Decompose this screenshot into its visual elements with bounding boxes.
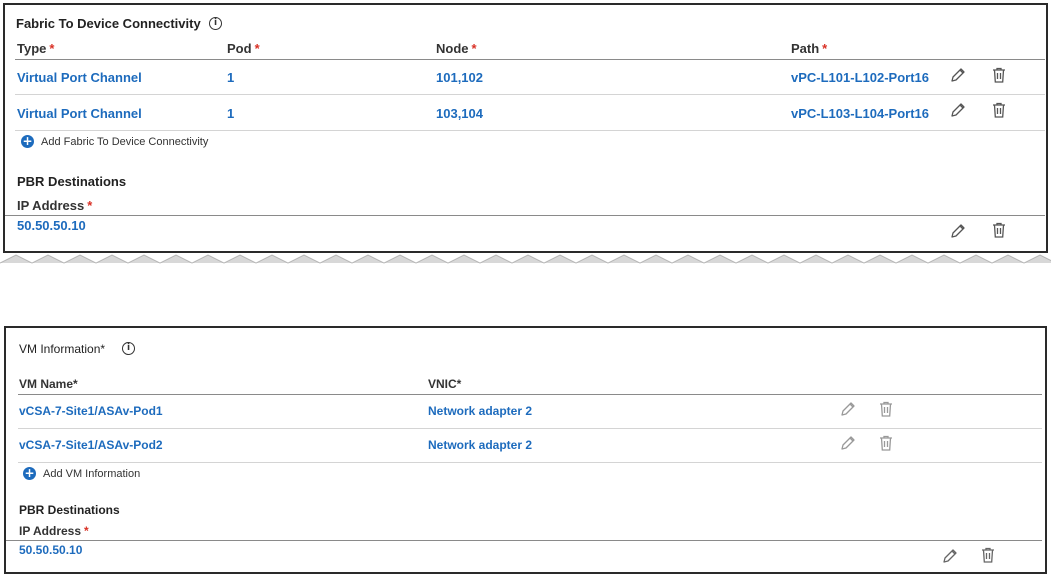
trash-icon[interactable] (877, 400, 895, 418)
column-header-node: Node * (436, 41, 477, 56)
header-divider (18, 394, 1042, 395)
row-vnic[interactable]: Network adapter 2 (428, 438, 532, 452)
row-divider (18, 462, 1042, 463)
row-divider (15, 94, 1045, 95)
pbr-destinations-title: PBR Destinations (17, 174, 127, 189)
row-vnic[interactable]: Network adapter 2 (428, 404, 532, 418)
row-vm-name[interactable]: vCSA-7-Site1/ASAv-Pod2 (19, 438, 163, 452)
pencil-icon[interactable] (949, 101, 967, 119)
column-header-pod: Pod * (227, 41, 260, 56)
vm-section-title: VM Information* (19, 342, 106, 356)
row-type[interactable]: Virtual Port Channel (17, 106, 142, 121)
column-header-path: Path * (791, 41, 828, 56)
column-header-vnic: VNIC* (428, 377, 462, 391)
ip-address-value[interactable]: 50.50.50.10 (17, 218, 86, 233)
row-pod[interactable]: 1 (227, 70, 234, 85)
plus-circle-icon: + (21, 134, 34, 148)
fabric-connectivity-panel: Fabric To Device Connectivity i Type * Po… (3, 3, 1048, 253)
pbr-destinations-title: PBR Destinations (19, 503, 120, 517)
trash-icon[interactable] (979, 546, 997, 564)
column-header-ip-address: IP Address * (19, 524, 89, 538)
trash-icon[interactable] (990, 66, 1008, 84)
row-node[interactable]: 103,104 (436, 106, 483, 121)
trash-icon[interactable] (990, 101, 1008, 119)
ip-address-value[interactable]: 50.50.50.10 (19, 543, 82, 557)
add-vm-information-label: Add VM Information (43, 467, 141, 480)
header-divider (15, 59, 1045, 60)
pencil-icon[interactable] (949, 222, 967, 240)
row-divider (15, 130, 1045, 131)
row-pod[interactable]: 1 (227, 106, 234, 121)
row-node[interactable]: 101,102 (436, 70, 483, 85)
trash-icon[interactable] (990, 221, 1008, 239)
pencil-icon[interactable] (839, 434, 857, 452)
add-vm-information-button[interactable]: + Add VM Information (23, 467, 140, 480)
row-divider (18, 428, 1042, 429)
info-icon[interactable]: i (122, 342, 135, 355)
torn-edge-divider (0, 253, 1051, 265)
column-header-type: Type * (17, 41, 55, 56)
add-fabric-connectivity-button[interactable]: + Add Fabric To Device Connectivity (21, 135, 208, 148)
header-divider (6, 540, 1042, 541)
row-path[interactable]: vPC-L103-L104-Port16 (791, 106, 929, 121)
pencil-icon[interactable] (839, 400, 857, 418)
row-path[interactable]: vPC-L101-L102-Port16 (791, 70, 929, 85)
column-header-ip-address: IP Address * (17, 198, 93, 213)
add-fabric-connectivity-label: Add Fabric To Device Connectivity (41, 135, 209, 148)
info-icon[interactable]: i (209, 17, 222, 30)
pencil-icon[interactable] (941, 547, 959, 565)
plus-circle-icon: + (23, 466, 36, 480)
vm-information-panel: VM Information* i VM Name* VNIC* vCSA-7-… (4, 326, 1047, 574)
row-type[interactable]: Virtual Port Channel (17, 70, 142, 85)
trash-icon[interactable] (877, 434, 895, 452)
header-divider (5, 215, 1045, 216)
fabric-section-title: Fabric To Device Connectivity (16, 16, 201, 31)
row-vm-name[interactable]: vCSA-7-Site1/ASAv-Pod1 (19, 404, 163, 418)
column-header-vm-name: VM Name* (19, 377, 78, 391)
pencil-icon[interactable] (949, 66, 967, 84)
